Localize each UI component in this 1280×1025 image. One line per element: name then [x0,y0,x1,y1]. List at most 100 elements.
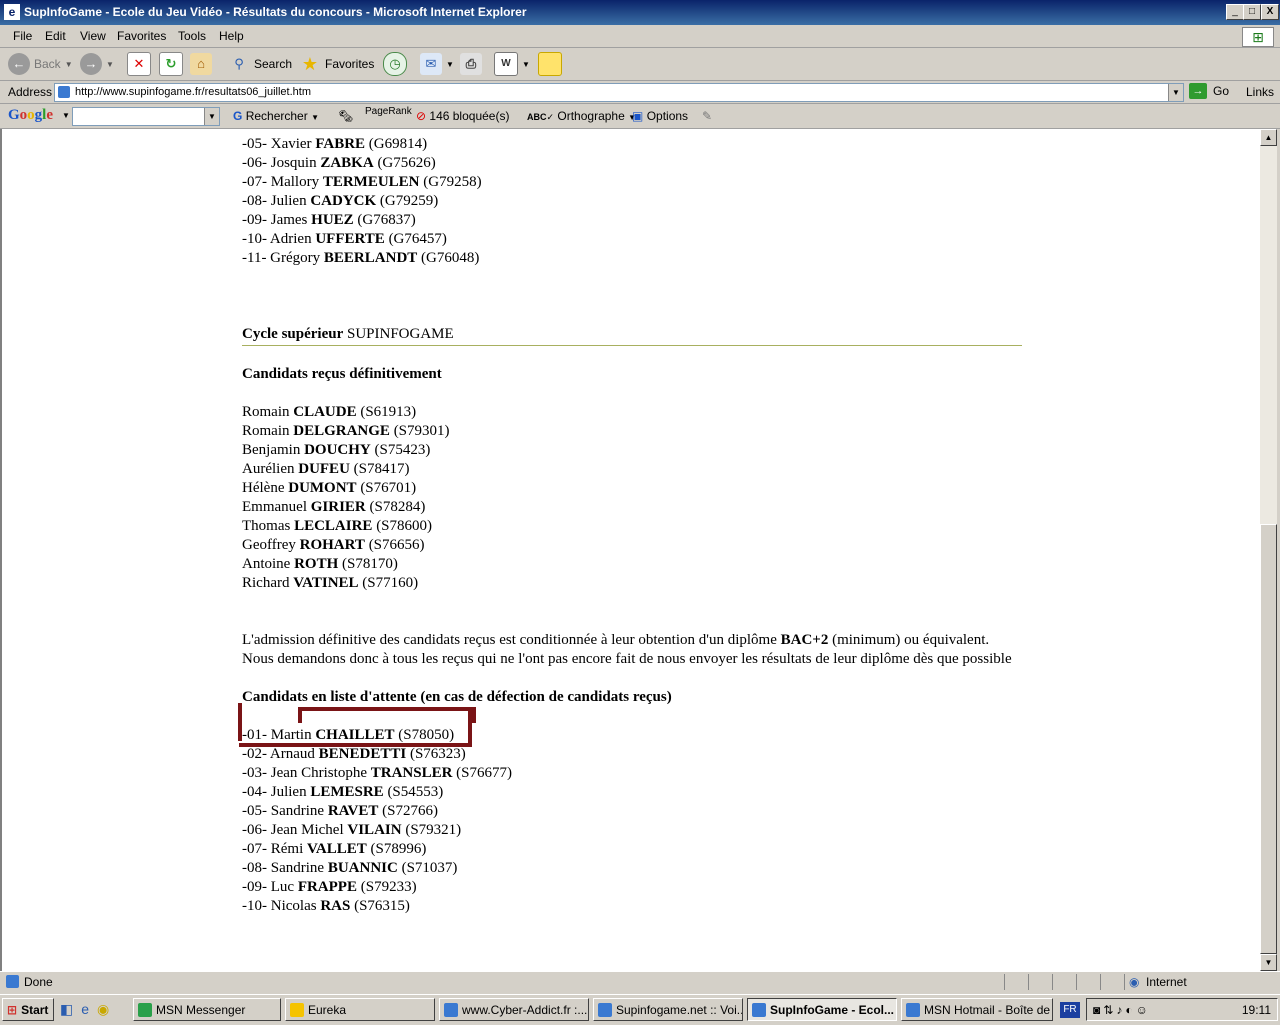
back-label: Back [34,57,61,71]
standard-toolbar: ← Back ▼ → ▼ ✕ ↻ ⌂ ⚲ Search ★ Favorites … [0,48,1280,81]
accepted-candidate-row: Aurélien DUFEU (S78417) [242,461,410,477]
back-button[interactable]: ← Back ▼ [8,52,73,76]
spellcheck-button[interactable]: ABC✓ Orthographe ▼ [527,109,636,123]
scroll-up-icon[interactable]: ▲ [1260,129,1277,146]
candidate-row: -05- Xavier FABRE (G69814) [242,136,428,152]
menu-view[interactable]: View [80,29,106,43]
candidate-row: -06- Josquin ZABKA (G75626) [242,155,436,171]
status-bar: Done ◉ Internet [0,971,1280,992]
task-eureka[interactable]: Eureka [285,998,435,1021]
address-dropdown-icon[interactable]: ▼ [1168,84,1183,101]
menu-edit[interactable]: Edit [45,29,66,43]
desktop-icon[interactable]: ◧ [60,1001,81,1017]
waitlist-candidate-row: -10- Nicolas RAS (S76315) [242,898,410,914]
waitlist-candidate-row: -04- Julien LEMESRE (S54553) [242,784,444,800]
options-button[interactable]: ▣ Options [632,109,688,123]
menu-help[interactable]: Help [219,29,244,43]
rechercher-button[interactable]: G Rechercher ▼ [233,109,319,123]
google-menu-dropdown-icon[interactable]: ▼ [62,111,70,120]
google-logo[interactable]: Google [8,107,53,124]
print-button[interactable]: ⎙ [460,52,482,76]
accepted-candidate-row: Richard VATINEL (S77160) [242,575,419,591]
messenger-tray-icon: ☺ [1135,1003,1151,1017]
stop-button[interactable]: ✕ [127,52,151,76]
address-url[interactable]: http://www.supinfogame.fr/resultats06_ju… [75,84,311,101]
links-button[interactable]: Links [1246,85,1274,99]
scroll-thumb[interactable] [1260,524,1277,954]
menu-bar: File Edit View Favorites Tools Help ⊞ [0,25,1280,48]
edit-dropdown-icon[interactable]: ▼ [522,60,530,69]
task-supinfogame-active[interactable]: SupInfoGame - Ecol... [747,998,897,1021]
maximize-button[interactable]: □ [1243,4,1261,20]
windows-flag-icon: ⊞ [7,1002,18,1017]
forward-dropdown-icon[interactable]: ▼ [106,60,114,69]
mail-button[interactable]: ✉ ▼ [420,52,454,76]
media-icon[interactable]: ◉ [97,1001,117,1017]
go-arrow-icon: → [1189,83,1207,99]
minimize-button[interactable]: _ [1226,4,1244,20]
news-icon[interactable]: 🗞 [338,109,353,123]
diploma-note: Nous demandons donc à tous les reçus qui… [242,651,1012,667]
start-button[interactable]: ⊞ Start [2,998,54,1021]
google-search-input[interactable]: ▼ [72,107,220,126]
history-icon: ◷ [383,52,407,76]
forward-arrow-icon: → [80,53,102,75]
waitlist-candidate-row: -03- Jean Christophe TRANSLER (S76677) [242,765,513,781]
favorites-button[interactable]: ★ Favorites [299,52,374,76]
history-button[interactable]: ◷ [383,52,407,76]
search-label: Search [254,57,293,71]
menu-tools[interactable]: Tools [178,29,206,43]
start-label: Start [21,1002,49,1017]
waitlist-list: -01- Martin CHAILLET (S78050) -02- Arnaud… [242,726,1022,916]
candidate-row: -07- Mallory TERMEULEN (G79258) [242,174,482,190]
accepted-list: Romain CLAUDE (S61913) Romain DELGRANGE (… [242,403,1022,593]
title-bar: e SupInfoGame - Ecole du Jeu Vidéo - Rés… [0,0,1280,25]
mail-dropdown-icon[interactable]: ▼ [446,60,454,69]
google-g-icon: G [233,109,243,123]
ie-window-icon [598,1003,612,1017]
scroll-down-icon[interactable]: ▼ [1260,954,1277,971]
popup-blocked-icon: ⊘ [416,109,427,123]
task-msn-hotmail[interactable]: MSN Hotmail - Boîte de ... [901,998,1053,1021]
folder-icon [290,1003,304,1017]
messenger-button[interactable] [538,52,562,76]
status-separator [1004,974,1005,990]
ie-window-icon [444,1003,458,1017]
back-dropdown-icon[interactable]: ▼ [65,60,73,69]
ie-quicklaunch-icon[interactable]: e [81,1001,97,1017]
refresh-button[interactable]: ↻ [159,52,183,76]
pagerank-indicator: PageRank [365,106,412,117]
page-viewport: -04- ... -05- Xavier FABRE (G69814)-06- … [0,129,1262,971]
accepted-candidate-row: Hélène DUMONT (S76701) [242,480,417,496]
security-zone: Internet [1146,975,1187,989]
task-supinfogame-net[interactable]: Supinfogame.net :: Voi... [593,998,743,1021]
forward-button[interactable]: → ▼ [80,52,114,76]
popup-blocker-button[interactable]: ⊘ 146 bloquée(s) [416,109,509,123]
task-msn-messenger[interactable]: MSN Messenger [133,998,281,1021]
task-cyber-addict[interactable]: www.Cyber-Addict.fr :... [439,998,589,1021]
edit-button[interactable]: W ▼ [494,52,530,76]
waitlist-candidate-row: -02- Arnaud BENEDETTI (S76323) [242,746,466,762]
language-indicator[interactable]: FR [1060,1002,1080,1018]
accepted-heading: Candidats reçus définitivement [242,366,442,382]
back-arrow-icon: ← [8,53,30,75]
address-input[interactable]: http://www.supinfogame.fr/resultats06_ju… [54,83,1184,102]
search-button[interactable]: ⚲ Search [228,52,292,76]
close-button[interactable]: X [1261,4,1279,20]
results-document: -04- ... -05- Xavier FABRE (G69814)-06- … [242,129,1022,916]
waitlist-candidate-row: -09- Luc FRAPPE (S79233) [242,879,417,895]
accepted-candidate-row: Romain CLAUDE (S61913) [242,404,417,420]
waitlist-candidate-row: -07- Rémi VALLET (S78996) [242,841,427,857]
tray-icons[interactable]: ◙⇅♪◐☺ [1093,1003,1151,1017]
home-button[interactable]: ⌂ [190,52,212,76]
menu-favorites[interactable]: Favorites [117,29,166,43]
system-tray: ◙⇅♪◐☺ 19:11 [1086,998,1278,1021]
vertical-scrollbar[interactable]: ▲ ▼ [1260,129,1277,971]
go-button[interactable]: → Go [1189,83,1229,99]
google-toolbar: Google ▼ ▼ G Rechercher ▼ 🗞 PageRank ⊘ 1… [0,104,1280,129]
google-search-dropdown-icon[interactable]: ▼ [204,108,219,125]
waitlist-candidate-row: -05- Sandrine RAVET (S72766) [242,803,438,819]
highlighter-icon[interactable]: ✎ [702,109,712,123]
menu-file[interactable]: File [13,29,32,43]
ie-app-icon[interactable]: e [4,4,20,20]
